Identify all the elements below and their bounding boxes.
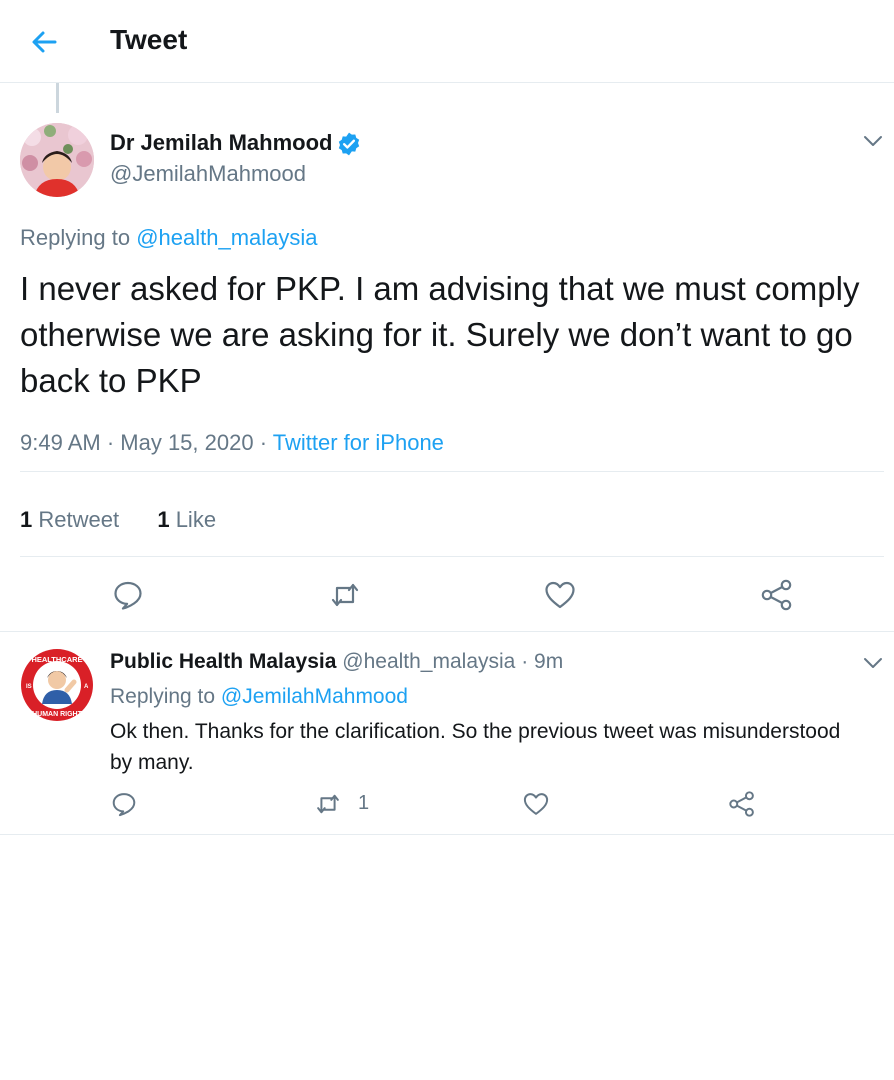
tweet-stats: 1 Retweet 1 Like: [20, 507, 216, 533]
share-icon[interactable]: [728, 790, 756, 818]
heart-icon[interactable]: [522, 790, 550, 818]
replying-to-link[interactable]: @health_malaysia: [136, 225, 317, 250]
retweets-stat[interactable]: 1 Retweet: [20, 507, 119, 532]
retweet-label: Retweet: [32, 507, 120, 532]
reply-author-handle[interactable]: @health_malaysia: [342, 650, 515, 673]
retweet-count: 1: [20, 507, 33, 532]
chevron-down-icon[interactable]: [862, 652, 884, 674]
badge-text-top: HEALTHCARE: [31, 655, 82, 664]
badge-text-bottom: HUMAN RIGHT: [32, 711, 82, 718]
chevron-down-icon[interactable]: [862, 130, 884, 152]
divider: [0, 631, 894, 632]
author-name[interactable]: Dr Jemilah Mahmood: [110, 130, 332, 156]
replying-to-line: Replying to @JemilahMahmood: [110, 685, 408, 709]
avatar[interactable]: [20, 123, 94, 197]
badge-text-right: A: [84, 684, 89, 690]
tweet-timestamp: 9:49 AM · May 15, 2020 · Twitter for iPh…: [20, 430, 444, 456]
page-title: Tweet: [110, 24, 188, 55]
likes-stat[interactable]: 1 Like: [157, 507, 216, 532]
retweet-icon[interactable]: [314, 790, 342, 818]
like-count: 1: [157, 507, 170, 532]
thread-connector: [56, 83, 59, 113]
reply-icon[interactable]: [110, 790, 138, 818]
share-icon[interactable]: [760, 578, 794, 612]
like-label: Like: [169, 507, 217, 532]
replying-to-link[interactable]: @JemilahMahmood: [221, 685, 408, 708]
tweet-source-link[interactable]: Twitter for iPhone: [273, 430, 444, 455]
tweet-text: I never asked for PKP. I am advising tha…: [20, 270, 860, 399]
heart-icon[interactable]: [543, 578, 577, 612]
reply-author-name[interactable]: Public Health Malaysia: [110, 650, 336, 673]
top-bar: Tweet: [0, 0, 894, 83]
replying-label: Replying to: [110, 685, 216, 708]
badge-text-left: IS: [26, 684, 32, 690]
avatar[interactable]: HEALTHCARE HUMAN RIGHT IS A: [20, 648, 94, 722]
author-handle[interactable]: @JemilahMahmood: [110, 161, 306, 187]
replying-label: Replying to: [20, 225, 131, 250]
divider: [20, 556, 884, 557]
replying-to-line: Replying to @health_malaysia: [20, 225, 318, 251]
reply-header: Public Health Malaysia @health_malaysia …: [110, 650, 563, 674]
reply-retweet-count: 1: [358, 792, 370, 814]
reply-time[interactable]: 9m: [534, 650, 563, 673]
reply-text: Ok then. Thanks for the clarification. S…: [110, 720, 841, 774]
arrow-left-icon[interactable]: [28, 26, 60, 58]
divider: [0, 834, 894, 835]
divider: [20, 471, 884, 472]
separator-dot: ·: [521, 650, 529, 673]
reply-icon[interactable]: [111, 578, 145, 612]
retweet-icon[interactable]: [328, 578, 362, 612]
tweet-time: 9:49 AM · May 15, 2020 ·: [20, 430, 273, 455]
verified-badge-icon: [338, 132, 360, 156]
